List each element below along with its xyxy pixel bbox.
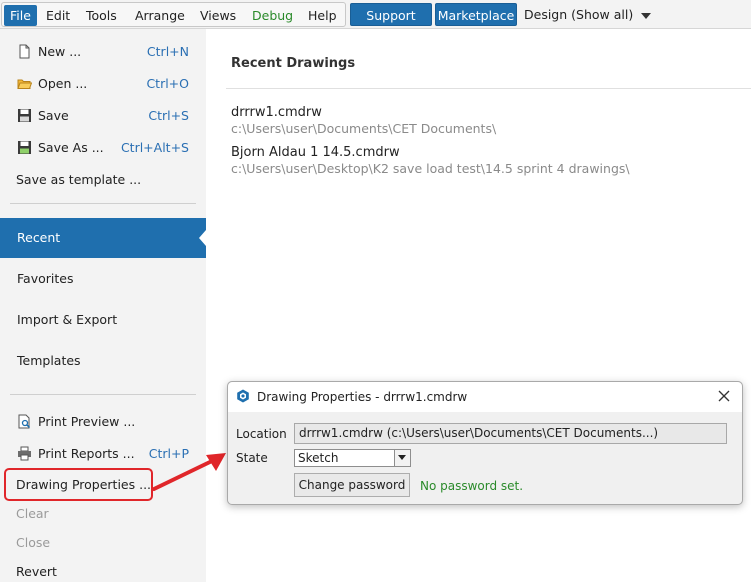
chevron-down-icon xyxy=(641,12,652,19)
sidebar-item-favorites[interactable]: Favorites xyxy=(0,259,206,299)
sidebar-item-label: Revert xyxy=(16,564,57,579)
sidebar-item-label: New ... xyxy=(38,44,82,59)
sidebar-item-label: Open ... xyxy=(38,76,88,91)
menu-debug[interactable]: Debug xyxy=(246,5,299,26)
password-status: No password set. xyxy=(420,479,524,493)
folder-icon xyxy=(17,79,32,89)
state-select-value: Sketch xyxy=(298,451,339,465)
sidebar-item-close[interactable]: Close xyxy=(0,529,206,557)
sidebar-item-save[interactable]: Save Ctrl+S xyxy=(0,102,206,130)
shortcut-label: Ctrl+N xyxy=(146,44,189,59)
sidebar-item-label: Close xyxy=(16,535,51,550)
location-label: Location xyxy=(236,427,287,441)
sidebar-item-save-as[interactable]: Save As ... Ctrl+Alt+S xyxy=(0,134,206,162)
sidebar-item-label: Print Reports ... xyxy=(38,446,135,461)
recent-drawing-path: c:\Users\user\Desktop\K2 save load test\… xyxy=(231,161,630,176)
sidebar-item-open[interactable]: Open ... Ctrl+O xyxy=(0,70,206,98)
menu-help[interactable]: Help xyxy=(302,5,343,26)
sidebar-item-label: Save xyxy=(38,108,69,123)
app-logo-icon xyxy=(237,389,249,403)
drawing-properties-dialog: Drawing Properties - drrrw1.cmdrw Locati… xyxy=(227,381,743,505)
marketplace-button[interactable]: Marketplace xyxy=(435,3,517,26)
divider xyxy=(226,88,751,89)
shortcut-label: Ctrl+O xyxy=(146,76,189,91)
sidebar-item-label: Clear xyxy=(16,506,49,521)
recent-drawing-path: c:\Users\user\Documents\CET Documents\ xyxy=(231,121,497,136)
recent-drawing-item[interactable]: Bjorn Aldau 1 14.5.cmdrw c:\Users\user\D… xyxy=(231,145,630,176)
floppy-icon xyxy=(18,109,31,122)
sidebar-item-import-export[interactable]: Import & Export xyxy=(0,300,206,340)
sidebar-item-print-preview[interactable]: Print Preview ... xyxy=(0,408,206,436)
new-document-icon xyxy=(19,44,30,59)
menu-views[interactable]: Views xyxy=(194,5,242,26)
printer-icon xyxy=(18,446,31,461)
recent-drawing-name: drrrw1.cmdrw xyxy=(231,105,322,120)
sidebar-item-new[interactable]: New ... Ctrl+N xyxy=(0,38,206,66)
chevron-down-icon[interactable] xyxy=(394,450,410,466)
menubar: File Edit Tools Arrange Views Debug Help… xyxy=(0,0,751,29)
divider xyxy=(10,394,196,395)
page-title: Recent Drawings xyxy=(231,56,356,71)
state-label: State xyxy=(236,451,268,465)
recent-drawing-name: Bjorn Aldau 1 14.5.cmdrw xyxy=(231,145,400,160)
sidebar-item-label: Print Preview ... xyxy=(38,414,136,429)
sidebar-item-templates[interactable]: Templates xyxy=(0,341,206,381)
design-selector-label: Design (Show all) xyxy=(524,7,634,22)
close-icon[interactable] xyxy=(714,386,734,406)
sidebar-item-label: Save as template ... xyxy=(16,172,142,187)
dialog-body: Location drrrw1.cmdrw (c:\Users\user\Doc… xyxy=(228,412,742,504)
shortcut-label: Ctrl+Alt+S xyxy=(120,140,189,155)
menu-arrange[interactable]: Arrange xyxy=(129,5,191,26)
shortcut-label: Ctrl+S xyxy=(148,108,189,123)
state-select[interactable]: Sketch xyxy=(294,449,411,467)
menu-file[interactable]: File xyxy=(4,5,37,26)
highlight-annotation xyxy=(4,468,153,501)
sidebar-item-label: Save As ... xyxy=(38,140,104,155)
recent-drawing-item[interactable]: drrrw1.cmdrw c:\Users\user\Documents\CET… xyxy=(231,105,496,136)
print-preview-icon xyxy=(18,414,31,429)
dialog-titlebar: Drawing Properties - drrrw1.cmdrw xyxy=(228,382,742,412)
sidebar-item-save-as-template[interactable]: Save as template ... xyxy=(0,166,206,194)
divider xyxy=(10,203,196,204)
location-field[interactable]: drrrw1.cmdrw (c:\Users\user\Documents\CE… xyxy=(294,423,727,444)
menu-edit[interactable]: Edit xyxy=(40,5,76,26)
dialog-title: Drawing Properties - drrrw1.cmdrw xyxy=(257,390,468,404)
sidebar-item-clear[interactable]: Clear xyxy=(0,500,206,528)
floppy-icon xyxy=(18,141,31,154)
menu-tools[interactable]: Tools xyxy=(80,5,123,26)
support-button[interactable]: Support xyxy=(350,3,432,26)
design-selector[interactable]: Design (Show all) xyxy=(524,3,652,26)
change-password-button[interactable]: Change password xyxy=(294,473,410,497)
main-menu-group: File Edit Tools Arrange Views Debug Help xyxy=(1,2,346,27)
sidebar-item-recent[interactable]: Recent xyxy=(0,218,206,258)
